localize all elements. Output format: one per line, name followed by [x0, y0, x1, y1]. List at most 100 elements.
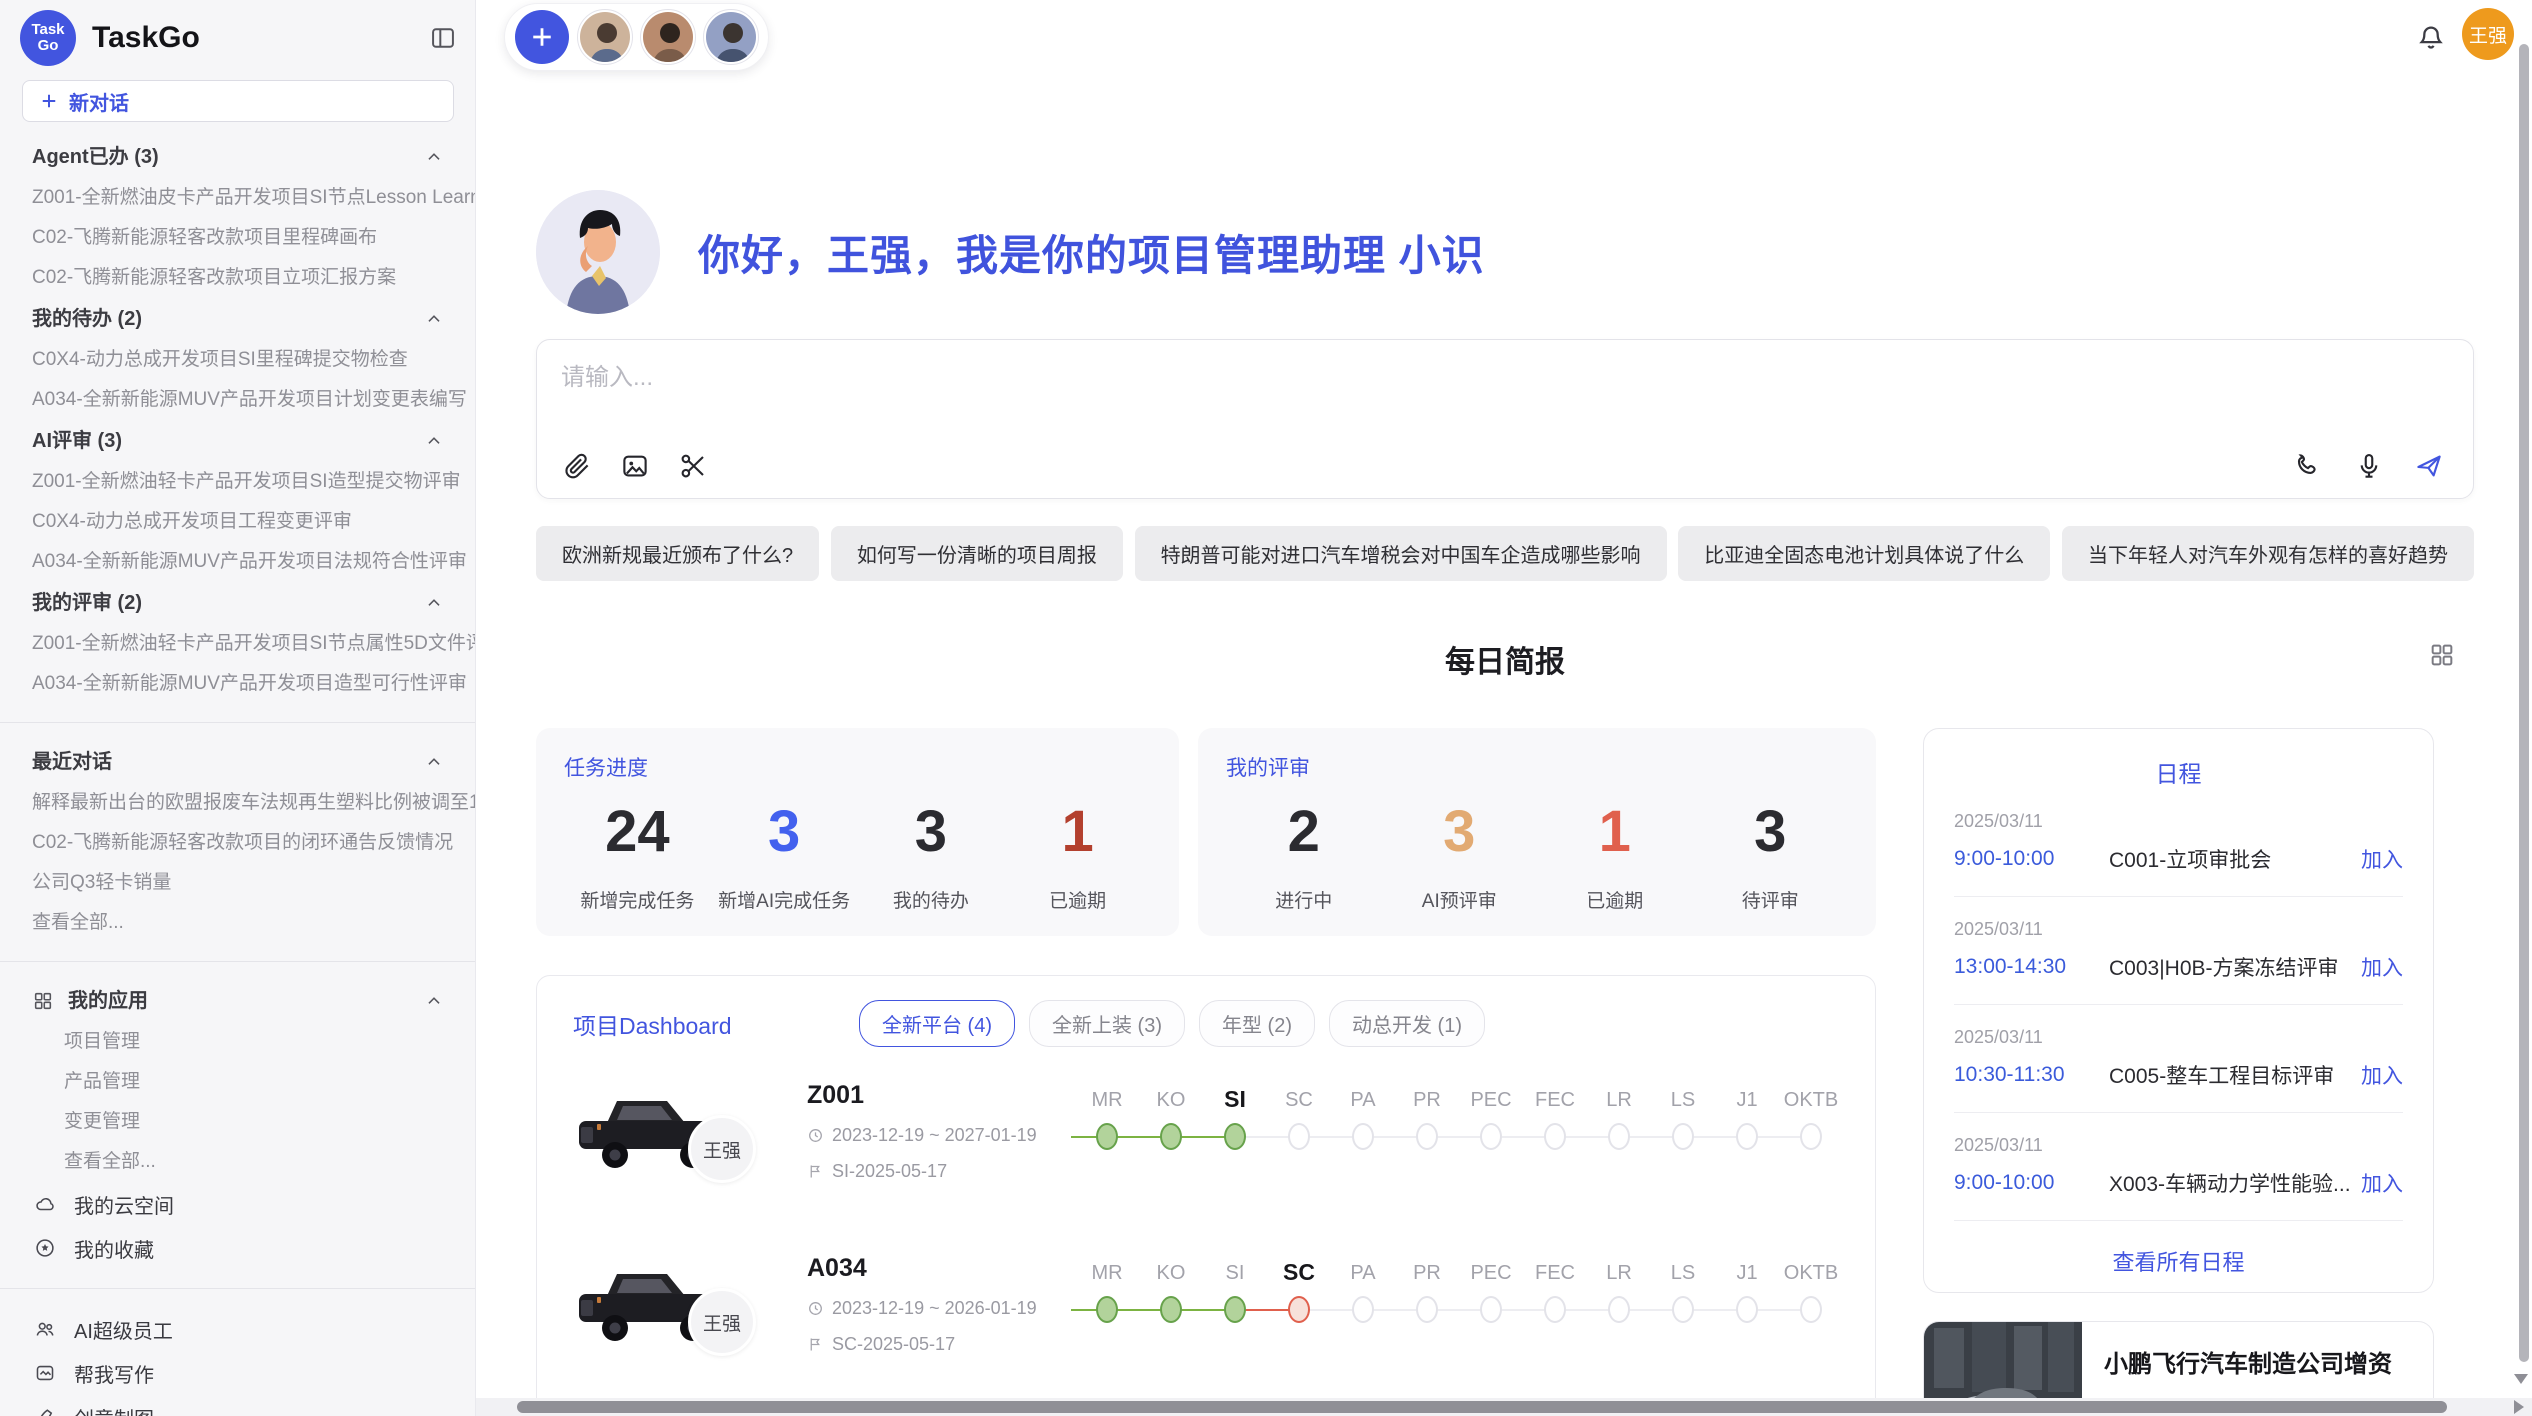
- dashboard-tab[interactable]: 年型 (2): [1199, 1000, 1315, 1047]
- recent-chat-item[interactable]: C02-飞腾新能源轻客改款项目的闭环通告反馈情况: [0, 823, 475, 863]
- sidebar-divider: [0, 961, 475, 962]
- sidebar-tool-write[interactable]: 帮我写作: [0, 1351, 475, 1395]
- recent-chat-item[interactable]: 解释最新出台的欧盟报废车法规再生塑料比例被调至15%...: [0, 783, 475, 823]
- sidebar-section-recent[interactable]: 最近对话: [0, 741, 475, 783]
- chevron-up-icon[interactable]: [423, 146, 445, 168]
- schedule-date: 2025/03/11: [1954, 1027, 2403, 1048]
- schedule-join-link[interactable]: 加入: [2361, 952, 2403, 982]
- sidebar-section-3[interactable]: 我的评审 (2): [0, 582, 475, 624]
- sidebar-task-item[interactable]: A034-全新新能源MUV产品开发项目造型可行性评审: [0, 664, 475, 704]
- sidebar-tool-users[interactable]: AI超级员工: [0, 1307, 475, 1351]
- view-all-schedule-link[interactable]: 查看所有日程: [1954, 1245, 2403, 1277]
- dashboard-tab[interactable]: 动总开发 (1): [1329, 1000, 1485, 1047]
- sidebar-section-1[interactable]: 我的待办 (2): [0, 298, 475, 340]
- sidebar-tool-pen[interactable]: 创意制图: [0, 1395, 475, 1416]
- sidebar-section-0[interactable]: Agent已办 (3): [0, 136, 475, 178]
- vertical-scrollbar-thumb[interactable]: [2519, 44, 2529, 1362]
- stat-value: 24: [564, 800, 711, 864]
- clock-icon: [807, 1127, 824, 1144]
- suggestion-chip[interactable]: 特朗普可能对进口汽车增税会对中国车企造成哪些影响: [1135, 526, 1667, 581]
- schedule-items: 2025/03/119:00-10:00C001-立项审批会加入2025/03/…: [1954, 789, 2403, 1221]
- app-menu-item[interactable]: 变更管理: [0, 1102, 475, 1142]
- dashboard-tab[interactable]: 全新上装 (3): [1029, 1000, 1185, 1047]
- phone-call-icon[interactable]: [2293, 450, 2325, 482]
- apps-grid-icon: [32, 990, 54, 1012]
- chevron-up-icon[interactable]: [423, 308, 445, 330]
- dashboard-title: 项目Dashboard: [573, 1007, 859, 1041]
- chevron-up-icon[interactable]: [423, 751, 445, 773]
- layout-grid-icon[interactable]: [2428, 641, 2456, 669]
- project-dates-row: 2023-12-19 ~ 2026-01-19: [807, 1298, 1057, 1319]
- sidebar-task-item[interactable]: Z001-全新燃油轻卡产品开发项目SI造型提交物评审: [0, 462, 475, 502]
- input-action-icons: [2293, 450, 2445, 482]
- clock-icon: [807, 1300, 824, 1317]
- recent-chat-item[interactable]: 查看全部...: [0, 903, 475, 943]
- chevron-up-icon[interactable]: [423, 990, 445, 1012]
- milestone-dot: [1160, 1123, 1182, 1150]
- sidebar-task-item[interactable]: C02-飞腾新能源轻客改款项目立项汇报方案: [0, 258, 475, 298]
- image-icon[interactable]: [619, 450, 651, 482]
- schedule-join-link[interactable]: 加入: [2361, 1060, 2403, 1090]
- schedule-join-link[interactable]: 加入: [2361, 844, 2403, 874]
- sidebar-link-starc[interactable]: 我的收藏: [0, 1226, 475, 1270]
- sidebar-task-item[interactable]: A034-全新新能源MUV产品开发项目法规符合性评审: [0, 542, 475, 582]
- new-chat-button[interactable]: 新对话: [22, 80, 454, 122]
- schedule-date: 2025/03/11: [1954, 1135, 2403, 1156]
- project-media: 王强: [573, 1073, 751, 1220]
- send-icon[interactable]: [2413, 450, 2445, 482]
- app-menu-item[interactable]: 产品管理: [0, 1062, 475, 1102]
- stat-label: AI预评审: [1382, 886, 1538, 913]
- sidebar-task-item[interactable]: C0X4-动力总成开发项目工程变更评审: [0, 502, 475, 542]
- horizontal-scrollbar-thumb[interactable]: [517, 1401, 2447, 1413]
- project-row: 王强Z0012023-12-19 ~ 2027-01-19SI-2025-05-…: [573, 1073, 1839, 1220]
- paperclip-icon[interactable]: [561, 450, 593, 482]
- suggestion-chip[interactable]: 当下年轻人对汽车外观有怎样的喜好趋势: [2062, 526, 2474, 581]
- stat-label: 我的待办: [858, 886, 1005, 913]
- sidebar-task-item[interactable]: C02-飞腾新能源轻客改款项目里程碑画布: [0, 218, 475, 258]
- milestone-track: MRKOSISCPAPRPECFECLRLSJ1OKTB: [1071, 1246, 1841, 1386]
- collapse-panel-icon[interactable]: [429, 24, 457, 52]
- project-next-milestone: SC-2025-05-17: [832, 1334, 955, 1355]
- my-apps-label: 我的应用: [68, 980, 423, 1022]
- app-menu-item[interactable]: 查看全部...: [0, 1142, 475, 1182]
- sidebar-task-item[interactable]: C0X4-动力总成开发项目SI里程碑提交物检查: [0, 340, 475, 380]
- dashboard-tabs: 全新平台 (4) 全新上装 (3) 年型 (2) 动总开发 (1): [859, 1000, 1485, 1047]
- schedule-item: 2025/03/1110:30-11:30C005-整车工程目标评审加入: [1954, 1005, 2403, 1113]
- stat-card-title: 任务进度: [564, 752, 1151, 782]
- chevron-up-icon[interactable]: [423, 592, 445, 614]
- milestone-dot: [1096, 1123, 1118, 1150]
- stat-value: 3: [711, 800, 858, 864]
- app-menu-item[interactable]: 项目管理: [0, 1022, 475, 1062]
- scroll-right-arrow[interactable]: [2514, 1400, 2524, 1414]
- project-dates-row: 2023-12-19 ~ 2027-01-19: [807, 1125, 1057, 1146]
- schedule-name: C003|H0B-方案冻结评审: [2109, 952, 2361, 982]
- project-code: Z001: [807, 1081, 1057, 1110]
- suggestion-chip[interactable]: 比亚迪全固态电池计划具体说了什么: [1678, 526, 2050, 581]
- schedule-join-link[interactable]: 加入: [2361, 1168, 2403, 1198]
- stat-value: 3: [858, 800, 1005, 864]
- suggestion-chip[interactable]: 如何写一份清晰的项目周报: [831, 526, 1123, 581]
- sidebar-task-item[interactable]: Z001-全新燃油皮卡产品开发项目SI节点Lesson Learn报告: [0, 178, 475, 218]
- chevron-up-icon[interactable]: [423, 430, 445, 452]
- scroll-down-arrow[interactable]: [2514, 1374, 2528, 1384]
- milestone-dot: [1288, 1123, 1310, 1150]
- stat-cell: 1已逾期: [1537, 800, 1693, 913]
- sidebar-link-cloud[interactable]: 我的云空间: [0, 1182, 475, 1226]
- scissors-icon[interactable]: [677, 450, 709, 482]
- sidebar-my-apps[interactable]: 我的应用: [0, 980, 475, 1022]
- project-dashboard-card: 项目Dashboard 全新平台 (4) 全新上装 (3) 年型 (2) 动总开发 (…: [536, 975, 1876, 1416]
- milestone-label: KO: [1139, 1089, 1203, 1112]
- sidebar-task-item[interactable]: Z001-全新燃油轻卡产品开发项目SI节点属性5D文件评审: [0, 624, 475, 664]
- suggestion-chip[interactable]: 欧洲新规最近颁布了什么?: [536, 526, 819, 581]
- chat-input[interactable]: [561, 358, 2161, 398]
- sidebar-divider: [0, 1288, 475, 1289]
- sidebar-task-item[interactable]: A034-全新新能源MUV产品开发项目计划变更表编写: [0, 380, 475, 420]
- stat-card-1: 我的评审2进行中3AI预评审1已逾期3待评审: [1198, 728, 1876, 936]
- recent-chat-item[interactable]: 公司Q3轻卡销量: [0, 863, 475, 903]
- main-area: 王强 你好，王强，我是你的项目管理助理 小识: [476, 0, 2532, 1416]
- microphone-icon[interactable]: [2353, 450, 2385, 482]
- milestone-dot: [1736, 1296, 1758, 1323]
- sidebar-link-label: 我的云空间: [74, 1190, 174, 1219]
- dashboard-tab[interactable]: 全新平台 (4): [859, 1000, 1015, 1047]
- sidebar-section-2[interactable]: AI评审 (3): [0, 420, 475, 462]
